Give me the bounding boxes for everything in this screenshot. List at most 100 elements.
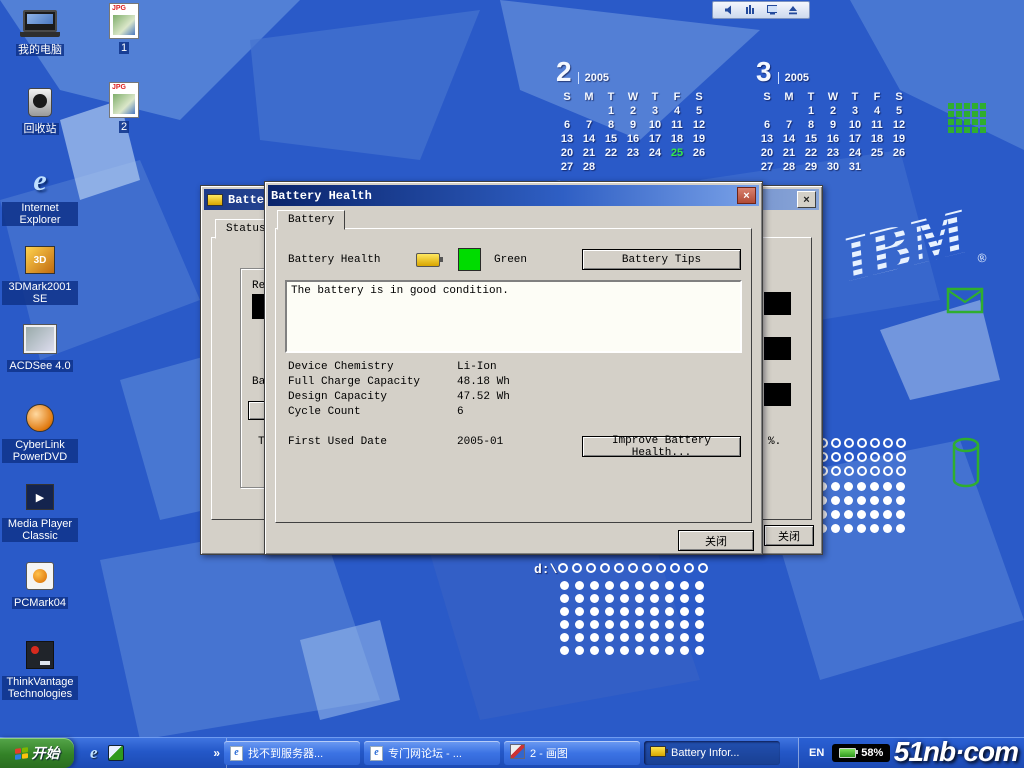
battery-tips-button[interactable]: Battery Tips <box>582 249 741 270</box>
start-button[interactable]: 开始 <box>0 738 74 768</box>
calendar-day[interactable]: 17 <box>644 133 666 146</box>
calendar-day[interactable]: 26 <box>688 147 710 160</box>
calendar-day[interactable]: 10 <box>844 119 866 132</box>
calendar-day[interactable]: 24 <box>844 147 866 160</box>
calendar-day[interactable]: 1 <box>800 105 822 118</box>
display-icon[interactable] <box>767 5 777 15</box>
calendar-day[interactable]: 4 <box>866 105 888 118</box>
calendar-day[interactable]: 6 <box>556 119 578 132</box>
chevron-icon[interactable]: » <box>213 746 220 760</box>
calendar-day[interactable]: 14 <box>578 133 600 146</box>
calendar-day[interactable]: 16 <box>622 133 644 146</box>
calendar-day[interactable]: 23 <box>822 147 844 160</box>
task-button[interactable]: Battery Infor... <box>644 741 780 765</box>
start-label: 开始 <box>32 743 60 763</box>
battery-health-dialog[interactable]: Battery Health × Battery Battery Health … <box>264 181 763 555</box>
calendar-day[interactable]: 3 <box>844 105 866 118</box>
calendar-day[interactable]: 19 <box>688 133 710 146</box>
calendar-day[interactable]: 7 <box>778 119 800 132</box>
calendar-day[interactable]: 19 <box>888 133 910 146</box>
desktop-item[interactable]: ThinkVantage Technologies <box>2 636 78 715</box>
mixer-icon[interactable] <box>745 5 755 15</box>
desktop-file-item[interactable]: JPG2 <box>94 81 154 160</box>
desktop-item[interactable]: eInternet Explorer <box>2 162 78 241</box>
calendar-day[interactable]: 27 <box>556 161 578 174</box>
language-indicator[interactable]: EN <box>809 747 824 759</box>
calendar-day[interactable]: 7 <box>578 119 600 132</box>
calendar-day[interactable]: 20 <box>756 147 778 160</box>
desktop-item[interactable]: CyberLink PowerDVD <box>2 399 78 478</box>
media-quick-icon[interactable] <box>108 745 124 761</box>
calendar-day[interactable]: 8 <box>600 119 622 132</box>
calendar-day[interactable]: 16 <box>822 133 844 146</box>
grid-cell <box>956 119 962 125</box>
calendar-day[interactable]: 30 <box>822 161 844 174</box>
calendar-day[interactable]: 24 <box>644 147 666 160</box>
calendar-day[interactable]: 14 <box>778 133 800 146</box>
calendar-day[interactable]: 22 <box>800 147 822 160</box>
task-button-label: Battery Infor... <box>671 747 739 759</box>
dialog-titlebar[interactable]: Battery Health × <box>268 185 759 206</box>
calendar-day[interactable]: 18 <box>666 133 688 146</box>
desktop-file-item[interactable]: JPG1 <box>94 2 154 81</box>
eject-icon[interactable] <box>788 5 798 15</box>
desktop-item[interactable]: 我的电脑 <box>2 4 78 83</box>
calendar-day[interactable]: 29 <box>800 161 822 174</box>
calendar-day[interactable]: 9 <box>622 119 644 132</box>
calendar-day[interactable]: 22 <box>600 147 622 160</box>
calendar-day[interactable]: 26 <box>888 147 910 160</box>
ie-quick-icon[interactable]: e <box>90 743 98 763</box>
calendar-day[interactable]: 9 <box>822 119 844 132</box>
dialog-close-ok-button[interactable]: 关闭 <box>678 530 754 551</box>
calendar-day[interactable]: 1 <box>600 105 622 118</box>
improve-battery-health-button[interactable]: Improve Battery Health... <box>582 436 741 457</box>
tray-battery-indicator[interactable]: 58% <box>832 744 890 762</box>
condition-textbox[interactable]: The battery is in good condition. <box>285 280 742 353</box>
calendar-dow: S <box>688 91 710 104</box>
calendar-day[interactable]: 4 <box>666 105 688 118</box>
desktop-item[interactable]: PCMark04 <box>2 557 78 636</box>
calendar-day[interactable]: 12 <box>688 119 710 132</box>
bg-close-button[interactable]: 关闭 <box>764 525 814 546</box>
calendar-day[interactable]: 21 <box>778 147 800 160</box>
speaker-icon[interactable] <box>724 5 734 15</box>
floating-toolbar[interactable] <box>712 1 810 19</box>
calendar-day[interactable]: 2 <box>622 105 644 118</box>
calendar-day[interactable]: 13 <box>756 133 778 146</box>
calendar-day[interactable]: 5 <box>688 105 710 118</box>
desktop-item[interactable]: ▶Media Player Classic <box>2 478 78 557</box>
dialog-close-button[interactable]: × <box>737 187 756 204</box>
calendar-day[interactable]: 27 <box>756 161 778 174</box>
calendar-day[interactable]: 5 <box>888 105 910 118</box>
calendar-day[interactable]: 8 <box>800 119 822 132</box>
calendar-day[interactable]: 10 <box>644 119 666 132</box>
calendar-day[interactable]: 23 <box>622 147 644 160</box>
bg-window-close-button[interactable]: × <box>797 191 816 208</box>
calendar-day[interactable]: 6 <box>756 119 778 132</box>
calendar-day[interactable]: 25 <box>866 147 888 160</box>
tab-battery[interactable]: Battery <box>277 210 345 230</box>
calendar-day[interactable]: 13 <box>556 133 578 146</box>
task-button[interactable]: e专门网论坛 - ... <box>364 741 500 765</box>
desktop-item[interactable]: 3D3DMark2001 SE <box>2 241 78 320</box>
calendar-day[interactable]: 28 <box>778 161 800 174</box>
calendar-day[interactable]: 3 <box>644 105 666 118</box>
calendar-day[interactable]: 15 <box>800 133 822 146</box>
grid-cell <box>948 103 954 109</box>
calendar-day[interactable]: 17 <box>844 133 866 146</box>
task-button[interactable]: 2 - 画图 <box>504 741 640 765</box>
task-button[interactable]: e找不到服务器... <box>224 741 360 765</box>
calendar-day[interactable]: 2 <box>822 105 844 118</box>
calendar-day[interactable]: 21 <box>578 147 600 160</box>
desktop-item[interactable]: 回收站 <box>2 83 78 162</box>
calendar-day[interactable]: 11 <box>866 119 888 132</box>
calendar-day[interactable]: 25 <box>666 147 688 160</box>
calendar-day[interactable]: 12 <box>888 119 910 132</box>
desktop-item[interactable]: ACDSee 4.0 <box>2 320 78 399</box>
calendar-day[interactable]: 11 <box>666 119 688 132</box>
calendar-day[interactable]: 20 <box>556 147 578 160</box>
calendar-day[interactable]: 18 <box>866 133 888 146</box>
calendar-day[interactable]: 31 <box>844 161 866 174</box>
calendar-day[interactable]: 28 <box>578 161 600 174</box>
calendar-day[interactable]: 15 <box>600 133 622 146</box>
